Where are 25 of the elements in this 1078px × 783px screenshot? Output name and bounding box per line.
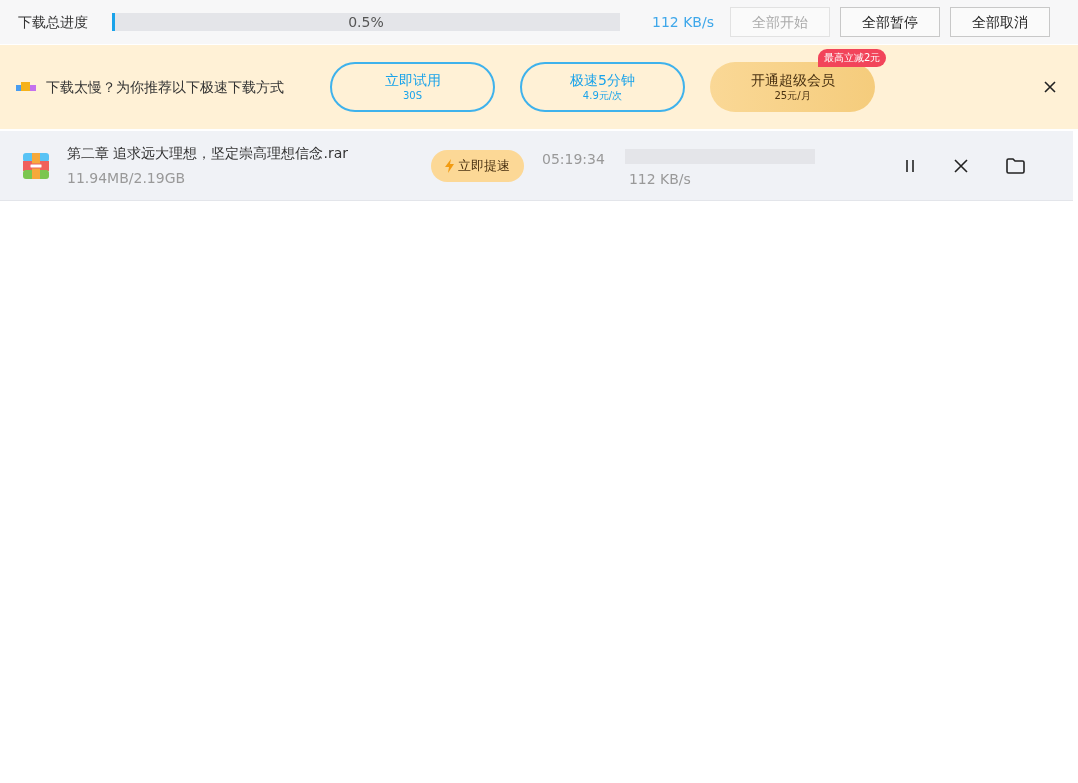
close-icon xyxy=(954,158,968,173)
download-row[interactable]: 第二章 追求远大理想，坚定崇高理想信念.rar 11.94MB/2.19GB 立即提速 05:19:34 112 KB/s xyxy=(0,131,1073,201)
folder-icon xyxy=(1006,157,1025,174)
item-speed: 112 KB/s xyxy=(628,170,692,189)
delete-button[interactable] xyxy=(954,158,968,173)
discount-badge: 最高立减2元 xyxy=(818,49,887,67)
toolbar-button[interactable]: 全部暂停 xyxy=(839,7,940,37)
archive-file-icon xyxy=(23,152,49,179)
total-progress-label: 下载总进度 xyxy=(18,12,89,32)
progress-percent: 0.5% xyxy=(347,13,385,31)
speed-up-button[interactable]: 立即提速 xyxy=(431,149,524,182)
close-icon xyxy=(1044,81,1056,93)
pause-icon xyxy=(904,158,916,173)
promo-message: 下载太慢？为你推荐以下极速下载方式 xyxy=(46,77,285,97)
total-speed: 112 KB/s xyxy=(652,12,714,32)
file-name: 第二章 追求远大理想，坚定崇高理想信念.rar xyxy=(67,143,349,163)
lightning-icon xyxy=(445,158,454,173)
pause-button[interactable] xyxy=(904,158,916,173)
close-button[interactable] xyxy=(1044,81,1056,93)
open-folder-button[interactable] xyxy=(1006,157,1025,174)
file-size: 11.94MB/2.19GB xyxy=(67,168,187,188)
vip-button[interactable]: 开通超级会员 25元/月 xyxy=(710,62,875,112)
toolbar-button[interactable]: 全部取消 xyxy=(949,7,1050,37)
gift-boxes-icon xyxy=(16,82,36,92)
remaining-time: 05:19:34 xyxy=(542,150,605,169)
